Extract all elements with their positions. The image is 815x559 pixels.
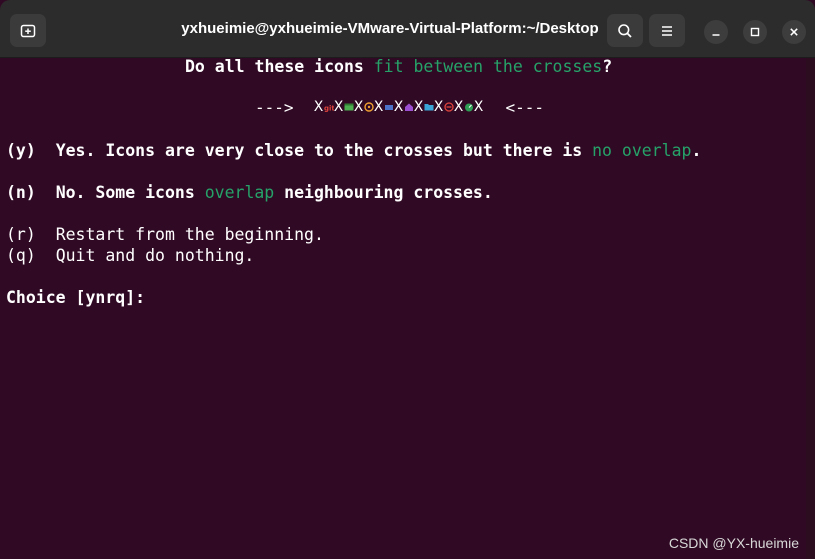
cross-mark: X: [373, 99, 384, 115]
option-quit-text: Quit and do nothing.: [55, 246, 255, 265]
new-tab-icon: [20, 24, 36, 37]
watermark: CSDN @YX-hueimie: [668, 535, 799, 551]
menu-button[interactable]: [649, 14, 685, 47]
close-icon: [790, 28, 798, 36]
option-quit: (q) Quit and do nothing.: [6, 246, 254, 266]
git-icon: git: [324, 105, 334, 113]
cross-mark: X: [333, 99, 344, 115]
cross-mark: X: [313, 99, 324, 115]
option-no-key: (n): [6, 183, 36, 202]
home-icon: [404, 103, 413, 111]
cross-mark: X: [353, 99, 364, 115]
clock-icon: [363, 102, 374, 112]
terminal-output[interactable]: [0, 58, 806, 559]
folder-icon: [384, 105, 393, 110]
option-restart-key: (r): [6, 225, 36, 244]
option-yes: (y) Yes. Icons are very close to the cro…: [6, 141, 701, 161]
option-no: (n) No. Some icons overlap neighbouring …: [6, 183, 493, 203]
option-restart-text: Restart from the beginning.: [55, 225, 324, 244]
question-text: Do all these icons: [185, 57, 374, 76]
option-quit-key: (q): [6, 246, 36, 265]
cross-mark: X: [413, 99, 424, 115]
icon-test-row: ---> X git X X X X X X X X <---: [255, 97, 544, 117]
option-yes-highlight: no overlap: [592, 141, 692, 160]
option-yes-period: .: [691, 141, 702, 160]
arrow-right: <---: [505, 97, 545, 117]
choice-prompt[interactable]: Choice [ynrq]:: [6, 288, 145, 308]
title-bar[interactable]: yxhueimie@yxhueimie-VMware-Virtual-Platf…: [0, 0, 815, 58]
hamburger-menu-icon: [662, 25, 672, 36]
option-no-rest: neighbouring crosses.: [274, 183, 493, 202]
option-yes-key: (y): [6, 141, 36, 160]
search-button[interactable]: [607, 14, 643, 47]
option-no-highlight: overlap: [204, 183, 275, 202]
cross-mark: X: [393, 99, 404, 115]
minimize-button[interactable]: [704, 20, 728, 44]
window-title: yxhueimie@yxhueimie-VMware-Virtual-Platf…: [181, 20, 599, 37]
option-restart: (r) Restart from the beginning.: [6, 225, 324, 245]
close-button[interactable]: [782, 20, 806, 44]
maximize-icon: [750, 27, 760, 37]
gauge-icon: [464, 103, 473, 112]
option-yes-text: Yes. Icons are very close to the crosses…: [55, 141, 593, 160]
minus-circle-icon: [443, 102, 454, 112]
arrow-left: --->: [255, 97, 294, 117]
maximize-button[interactable]: [743, 20, 767, 44]
option-no-text: No. Some icons: [55, 183, 205, 202]
window-icon: [344, 103, 354, 111]
svg-text:git: git: [324, 105, 334, 113]
question-mark: ?: [602, 57, 613, 76]
search-icon: [618, 23, 632, 38]
question-highlight: fit between the crosses: [373, 57, 603, 76]
question-line: Do all these icons fit between the cross…: [185, 57, 612, 77]
terminal-scrollbar[interactable]: [806, 58, 815, 559]
cross-mark: X: [473, 99, 484, 115]
minimize-icon: [712, 34, 720, 36]
new-tab-button[interactable]: [10, 14, 46, 47]
terminal-window: yxhueimie@yxhueimie-VMware-Virtual-Platf…: [0, 0, 815, 559]
cross-mark: X: [453, 99, 464, 115]
cross-mark: X: [433, 99, 444, 115]
folder-open-icon: [424, 104, 434, 111]
